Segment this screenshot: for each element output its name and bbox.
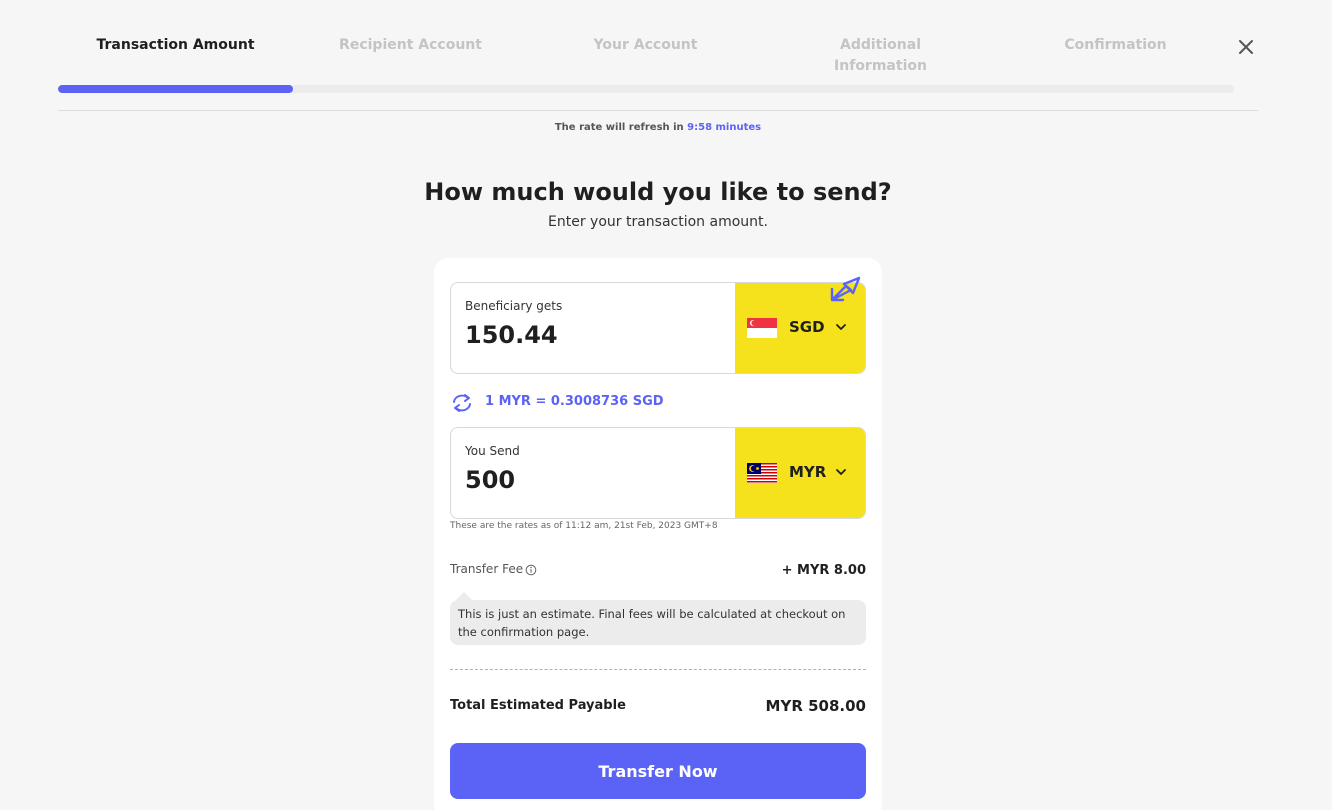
chevron-down-icon xyxy=(836,469,846,475)
page-subtitle: Enter your transaction amount. xyxy=(548,214,768,230)
header-divider xyxy=(58,110,1258,111)
malaysia-flag-icon xyxy=(747,463,777,483)
pointer-arrow-icon xyxy=(830,276,861,302)
progress-fill xyxy=(58,85,294,93)
send-currency-select[interactable]: MYR xyxy=(735,428,865,518)
send-currency-code: MYR xyxy=(789,463,827,481)
total-label: Total Estimated Payable xyxy=(450,698,626,713)
swap-icon[interactable] xyxy=(450,392,474,414)
beneficiary-currency-code: SGD xyxy=(789,318,825,336)
step-recipient-account[interactable]: Recipient Account xyxy=(293,35,528,56)
exchange-rate-text: 1 MYR = 0.3008736 SGD xyxy=(485,394,664,409)
stepper: Transaction Amount Recipient Account You… xyxy=(58,0,1234,93)
progress-bar xyxy=(58,85,1234,93)
estimate-note-text: This is just an estimate. Final fees wil… xyxy=(458,607,846,639)
summary-divider xyxy=(450,669,866,670)
refresh-timer: 9:58 minutes xyxy=(687,122,762,133)
send-amount-field[interactable]: You Send 500 MYR xyxy=(450,427,866,519)
close-button[interactable] xyxy=(1234,35,1258,59)
fee-value: + MYR 8.00 xyxy=(781,563,866,578)
total-value: MYR 508.00 xyxy=(765,697,866,715)
send-label: You Send xyxy=(465,444,520,458)
step-label: Confirmation xyxy=(1064,37,1167,53)
info-icon[interactable] xyxy=(525,564,537,576)
beneficiary-label: Beneficiary gets xyxy=(465,299,563,313)
step-confirmation[interactable]: Confirmation xyxy=(998,35,1233,56)
beneficiary-amount-input[interactable]: 150.44 xyxy=(465,321,558,349)
rates-timestamp: These are the rates as of 11:12 am, 21st… xyxy=(450,521,718,531)
step-label: Your Account xyxy=(593,37,698,53)
transfer-now-button[interactable]: Transfer Now xyxy=(450,743,866,799)
close-icon xyxy=(1239,40,1253,54)
step-label: Transaction Amount xyxy=(96,37,255,53)
step-additional-information[interactable]: Additional Information xyxy=(763,35,998,77)
step-label: Additional Information xyxy=(834,37,927,74)
fee-estimate-tooltip: This is just an estimate. Final fees wil… xyxy=(450,592,866,645)
page-title: How much would you like to send? xyxy=(424,178,892,206)
step-transaction-amount[interactable]: Transaction Amount xyxy=(58,35,293,56)
chevron-down-icon xyxy=(836,324,846,330)
transaction-card: Beneficiary gets 150.44 SGD 1 MYR = 0.30… xyxy=(434,258,882,810)
refresh-prefix: The rate will refresh in xyxy=(554,122,684,133)
singapore-flag-icon xyxy=(747,318,777,338)
step-your-account[interactable]: Your Account xyxy=(528,35,763,56)
step-label: Recipient Account xyxy=(339,37,482,53)
rate-refresh-note: The rate will refresh in 9:58 minutes xyxy=(0,122,1316,133)
send-amount-input[interactable]: 500 xyxy=(465,466,515,494)
fee-label: Transfer Fee xyxy=(450,562,524,576)
beneficiary-amount-field[interactable]: Beneficiary gets 150.44 SGD xyxy=(450,282,866,374)
